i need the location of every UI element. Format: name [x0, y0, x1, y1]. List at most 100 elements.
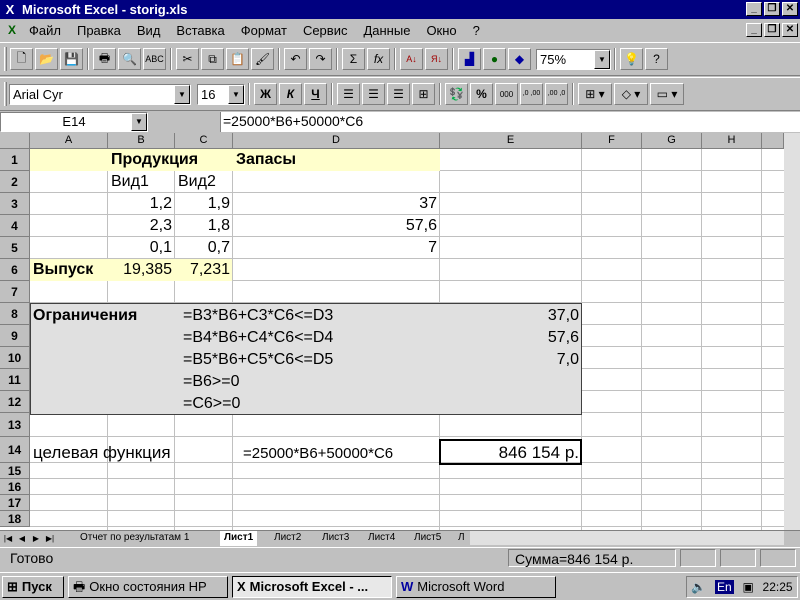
- cell-b5[interactable]: 0,1: [108, 237, 175, 259]
- fill-color-icon[interactable]: ◇ ▾: [614, 83, 648, 105]
- decrease-decimal-button[interactable]: ,00 ,0: [545, 83, 568, 105]
- new-icon[interactable]: 🗋: [10, 48, 33, 70]
- row-header-13[interactable]: 13: [0, 413, 30, 437]
- redo-icon[interactable]: ↷: [309, 48, 332, 70]
- cell-d14[interactable]: =25000*B6+50000*C6: [240, 441, 396, 465]
- chevron-down-icon[interactable]: ▼: [174, 84, 190, 104]
- cell-b2[interactable]: Вид1: [108, 171, 152, 193]
- menu-insert[interactable]: Вставка: [168, 23, 232, 38]
- cell-c6[interactable]: 7,231: [175, 259, 233, 281]
- function-wizard-button[interactable]: fx: [367, 48, 390, 70]
- task-excel[interactable]: X Microsoft Excel - ...: [232, 576, 392, 598]
- cell-e10[interactable]: 7,0: [440, 349, 582, 371]
- row-header-1[interactable]: 1: [0, 149, 30, 171]
- name-box[interactable]: E14 ▼: [0, 112, 148, 132]
- align-left-icon[interactable]: ☰: [337, 83, 360, 105]
- chevron-down-icon[interactable]: ▼: [228, 84, 244, 104]
- toolbar-grip[interactable]: [4, 82, 7, 106]
- column-header-b[interactable]: B: [108, 133, 175, 149]
- row-header-16[interactable]: 16: [0, 479, 30, 495]
- tip-wizard-icon[interactable]: 💡: [620, 48, 643, 70]
- open-icon[interactable]: 📂: [35, 48, 58, 70]
- copy-icon[interactable]: ⧉: [201, 48, 224, 70]
- zoom-select[interactable]: 75% ▼: [536, 48, 611, 70]
- row-header-14[interactable]: 14: [0, 437, 30, 463]
- map-icon[interactable]: ●: [483, 48, 506, 70]
- cell-b4[interactable]: 2,3: [108, 215, 175, 237]
- cell-c5[interactable]: 0,7: [175, 237, 233, 259]
- cell-b1[interactable]: Продукция: [108, 149, 201, 171]
- print-preview-icon[interactable]: 🔍: [118, 48, 141, 70]
- row-header-15[interactable]: 15: [0, 463, 30, 479]
- menu-data[interactable]: Данные: [355, 23, 418, 38]
- next-sheet-icon[interactable]: ▶: [30, 532, 42, 545]
- row-header-12[interactable]: 12: [0, 391, 30, 413]
- menu-edit[interactable]: Правка: [69, 23, 129, 38]
- print-icon[interactable]: 🖶: [93, 48, 116, 70]
- row-header-7[interactable]: 7: [0, 281, 30, 303]
- row-header-17[interactable]: 17: [0, 495, 30, 511]
- spelling-icon[interactable]: ABC: [143, 48, 166, 70]
- task-hp-status[interactable]: 🖶 Окно состояния HP: [68, 576, 228, 598]
- language-indicator[interactable]: En: [715, 580, 734, 594]
- doc-restore-button[interactable]: ❐: [764, 23, 780, 37]
- column-header-i[interactable]: [762, 133, 784, 149]
- cut-icon[interactable]: ✂: [176, 48, 199, 70]
- toolbar-grip[interactable]: [4, 47, 7, 71]
- currency-icon[interactable]: 💱: [445, 83, 468, 105]
- cell-c2[interactable]: Вид2: [175, 171, 219, 193]
- cell-a8[interactable]: Ограничения: [30, 305, 140, 327]
- formula-edit-area[interactable]: [150, 112, 218, 132]
- cell-e8[interactable]: 37,0: [440, 305, 582, 327]
- column-header-g[interactable]: G: [642, 133, 702, 149]
- autosum-button[interactable]: Σ: [342, 48, 365, 70]
- select-all-corner[interactable]: [0, 133, 30, 149]
- column-header-e[interactable]: E: [440, 133, 582, 149]
- row-header-8[interactable]: 8: [0, 303, 30, 325]
- cell-c11[interactable]: =B6>=0: [180, 371, 243, 393]
- format-painter-icon[interactable]: 🖌: [251, 48, 274, 70]
- cell-e9[interactable]: 57,6: [440, 327, 582, 349]
- save-icon[interactable]: 💾: [60, 48, 83, 70]
- underline-button[interactable]: Ч: [304, 83, 327, 105]
- row-header-5[interactable]: 5: [0, 237, 30, 259]
- cell-c8[interactable]: =B3*B6+C3*C6<=D3: [180, 305, 336, 327]
- row-header-4[interactable]: 4: [0, 215, 30, 237]
- minimize-button[interactable]: _: [746, 2, 762, 16]
- align-right-icon[interactable]: ☰: [387, 83, 410, 105]
- clock[interactable]: 22:25: [763, 580, 793, 594]
- speaker-icon[interactable]: 🔈: [691, 580, 706, 594]
- paste-icon[interactable]: 📋: [226, 48, 249, 70]
- sort-ascending-icon[interactable]: A↓: [400, 48, 423, 70]
- workbook-icon[interactable]: X: [3, 23, 21, 37]
- cell-a6[interactable]: Выпуск: [30, 259, 96, 281]
- cell-c12[interactable]: =C6>=0: [180, 393, 243, 415]
- align-center-icon[interactable]: ☰: [362, 83, 385, 105]
- undo-icon[interactable]: ↶: [284, 48, 307, 70]
- font-select[interactable]: Arial Cyr ▼: [9, 83, 191, 105]
- column-header-c[interactable]: C: [175, 133, 233, 149]
- cell-d4[interactable]: 57,6: [233, 215, 440, 237]
- menu-tools[interactable]: Сервис: [295, 23, 356, 38]
- column-header-h[interactable]: H: [702, 133, 762, 149]
- cell-e14[interactable]: 846 154 р.: [440, 441, 582, 465]
- row-header-11[interactable]: 11: [0, 369, 30, 391]
- tab-list5[interactable]: Лист5: [410, 531, 445, 546]
- first-sheet-icon[interactable]: |◀: [2, 532, 14, 545]
- tab-l[interactable]: Л: [454, 531, 469, 546]
- column-header-a[interactable]: A: [30, 133, 108, 149]
- cell-c9[interactable]: =B4*B6+C4*C6<=D4: [180, 327, 336, 349]
- worksheet-grid[interactable]: A B C D E F G H Продукция Запасы Вид1 Ви…: [0, 133, 800, 530]
- cell-c10[interactable]: =B5*B6+C5*C6<=D5: [180, 349, 336, 371]
- row-header-9[interactable]: 9: [0, 325, 30, 347]
- chart-wizard-icon[interactable]: ▟: [458, 48, 481, 70]
- menu-format[interactable]: Формат: [233, 23, 295, 38]
- cell-a14[interactable]: целевая функция: [30, 441, 174, 465]
- italic-button[interactable]: К: [279, 83, 302, 105]
- row-header-6[interactable]: 6: [0, 259, 30, 281]
- cell-d1[interactable]: Запасы: [233, 149, 299, 171]
- chevron-down-icon[interactable]: ▼: [594, 49, 610, 69]
- bold-button[interactable]: Ж: [254, 83, 277, 105]
- chevron-down-icon[interactable]: ▼: [131, 113, 147, 131]
- tab-list2[interactable]: Лист2: [270, 531, 305, 546]
